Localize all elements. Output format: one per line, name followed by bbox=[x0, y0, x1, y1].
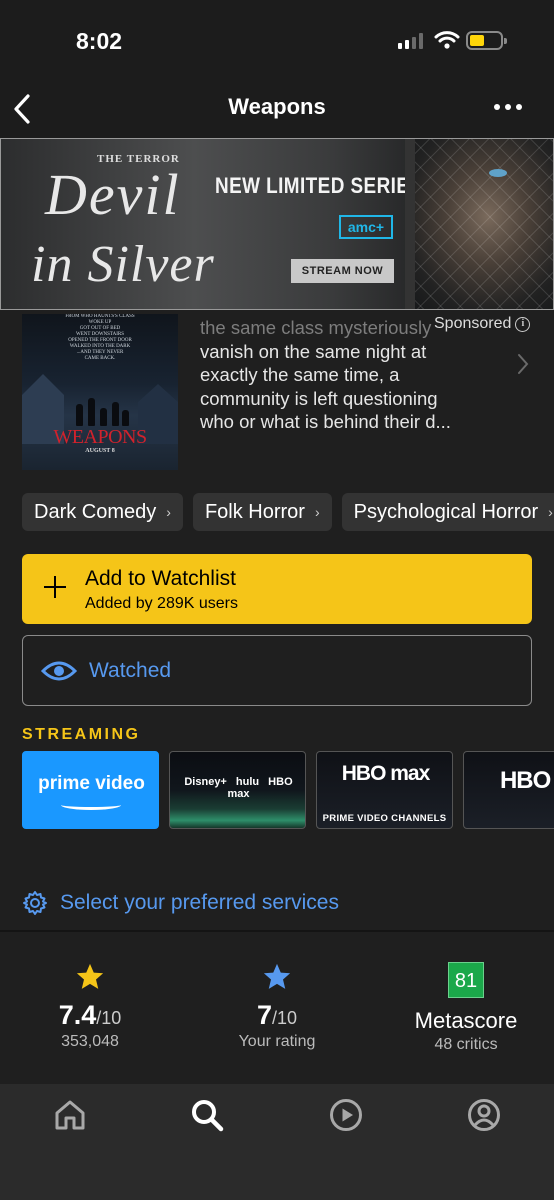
ratings-row: 7.4/10 353,048 7/10 Your rating 81 Metas… bbox=[0, 962, 554, 1062]
page-title: Weapons bbox=[228, 94, 326, 119]
ad-title-line2: in Silver bbox=[31, 236, 215, 293]
watchlist-count: Added by 289K users bbox=[85, 595, 238, 612]
hbo-max-logo: HBO max bbox=[499, 767, 554, 794]
eye-icon bbox=[41, 661, 77, 681]
plot-line: exactly the same time, a bbox=[200, 364, 400, 385]
plot-line: vanish on the same night at bbox=[200, 340, 427, 362]
streaming-tile-hbo-max-channels[interactable]: HBO max PRIME VIDEO CHANNELS bbox=[316, 751, 453, 829]
imdb-score-line: 7.4/10 bbox=[0, 1000, 180, 1031]
streaming-tiles: prime video Disney+ hulu HBO max HBO max… bbox=[22, 751, 554, 829]
play-icon[interactable] bbox=[329, 1098, 363, 1132]
ad-banner[interactable]: THE TERROR Devil in Silver NEW LIMITED S… bbox=[0, 138, 554, 310]
metascore-badge: 81 bbox=[448, 962, 484, 998]
streaming-tile-prime-video[interactable]: prime video bbox=[22, 751, 159, 829]
title-detail-content: THE TERROR Devil in Silver NEW LIMITED S… bbox=[0, 138, 554, 1084]
battery-icon bbox=[466, 31, 507, 50]
star-icon bbox=[263, 963, 291, 989]
poster-title: WEAPONS bbox=[53, 426, 147, 448]
user-rating[interactable]: 7/10 Your rating bbox=[187, 962, 367, 1051]
ad-network-logo: amc+ bbox=[339, 215, 393, 239]
prime-smile-icon bbox=[61, 800, 121, 810]
home-icon[interactable] bbox=[53, 1098, 87, 1132]
imdb-scale: /10 bbox=[96, 1008, 122, 1028]
bundle-logo: Disney+ hulu HBO max bbox=[184, 776, 293, 800]
plot-line: who or what is behind their d... bbox=[200, 411, 451, 432]
chevron-right-icon[interactable] bbox=[516, 352, 530, 376]
streaming-section-label: STREAMING bbox=[22, 726, 141, 743]
chevron-right-icon: › bbox=[314, 504, 320, 520]
genre-chip-label: Dark Comedy bbox=[34, 500, 157, 523]
metascore-label: Metascore bbox=[414, 1008, 518, 1033]
ad-headline: NEW LIMITED SERIES bbox=[215, 173, 423, 198]
bottom-tab-bar bbox=[0, 1084, 554, 1200]
user-score: 7 bbox=[256, 1000, 272, 1030]
poster-release-date: AUGUST 8 bbox=[85, 448, 115, 454]
wifi-icon bbox=[434, 31, 460, 49]
streaming-tile-hbo-max[interactable]: HBO max bbox=[463, 751, 554, 829]
watched-label: Watched bbox=[89, 659, 172, 682]
genre-chip-label: Folk Horror bbox=[204, 500, 305, 523]
user-scale: /10 bbox=[272, 1008, 298, 1028]
genre-chip[interactable]: Folk Horror › bbox=[192, 493, 332, 531]
prime-video-logo: prime video bbox=[38, 773, 145, 794]
user-rating-label: Your rating bbox=[238, 1033, 316, 1050]
ad-title-line1: Devil bbox=[45, 162, 181, 227]
status-time: 8:02 bbox=[76, 28, 123, 54]
genre-chip[interactable]: Psychological Horror › bbox=[341, 493, 554, 531]
plot-line: community is left questioning bbox=[200, 387, 438, 409]
imdb-score: 7.4 bbox=[58, 1000, 97, 1030]
watched-button[interactable]: Watched bbox=[22, 635, 532, 706]
hbo-max-logo: HBO max bbox=[341, 762, 431, 785]
poster-tagline-line: CAME BACK. bbox=[84, 356, 116, 361]
user-score-line: 7/10 bbox=[187, 1000, 367, 1031]
imdb-rating[interactable]: 7.4/10 353,048 bbox=[0, 962, 180, 1051]
ad-photo-eye bbox=[489, 169, 507, 177]
movie-poster[interactable]: FROM WHO HAUNTS'S CLASS WOKE UP GOT OUT … bbox=[22, 314, 178, 470]
metascore[interactable]: 81 Metascore 48 critics bbox=[376, 962, 554, 1054]
chevron-right-icon: › bbox=[166, 504, 171, 520]
plot-summary[interactable]: the same class mysteriously vanish on th… bbox=[200, 316, 496, 434]
poster-tagline: FROM WHO HAUNTS'S CLASS WOKE UP GOT OUT … bbox=[22, 314, 178, 362]
watchlist-label: Add to Watchlist bbox=[85, 567, 236, 590]
section-divider bbox=[0, 930, 554, 932]
profile-icon[interactable] bbox=[467, 1098, 501, 1132]
genre-chip-label: Psychological Horror bbox=[353, 500, 539, 523]
nav-bar: Weapons bbox=[0, 84, 554, 138]
poster-figures bbox=[72, 386, 132, 426]
ad-stream-now-button[interactable]: STREAM NOW bbox=[291, 259, 394, 283]
imdb-votes: 353,048 bbox=[61, 1033, 119, 1050]
search-icon[interactable] bbox=[190, 1098, 224, 1132]
star-icon bbox=[76, 963, 104, 989]
metascore-critics: 48 critics bbox=[434, 1036, 498, 1053]
gear-icon bbox=[23, 891, 47, 915]
streaming-tile-disney-bundle[interactable]: Disney+ hulu HBO max bbox=[169, 751, 306, 829]
info-icon[interactable]: i bbox=[515, 316, 531, 332]
chevron-right-icon: › bbox=[548, 504, 553, 520]
tile-caption: PRIME VIDEO CHANNELS bbox=[322, 813, 447, 824]
status-bar: 8:02 bbox=[0, 0, 554, 84]
add-to-watchlist-button[interactable]: Add to Watchlist Added by 289K users bbox=[22, 554, 532, 624]
signal-icon bbox=[398, 33, 423, 49]
ad-photo bbox=[405, 139, 553, 309]
select-services-link[interactable]: Select your preferred services bbox=[22, 890, 339, 916]
select-services-label: Select your preferred services bbox=[60, 891, 339, 914]
more-options-icon[interactable] bbox=[494, 104, 522, 110]
genre-chips: Dark Comedy › Folk Horror › Psychologica… bbox=[22, 493, 554, 531]
plus-icon bbox=[44, 576, 66, 598]
genre-chip[interactable]: Dark Comedy › bbox=[22, 493, 183, 531]
plot-line: the same class mysteriously bbox=[200, 317, 432, 338]
